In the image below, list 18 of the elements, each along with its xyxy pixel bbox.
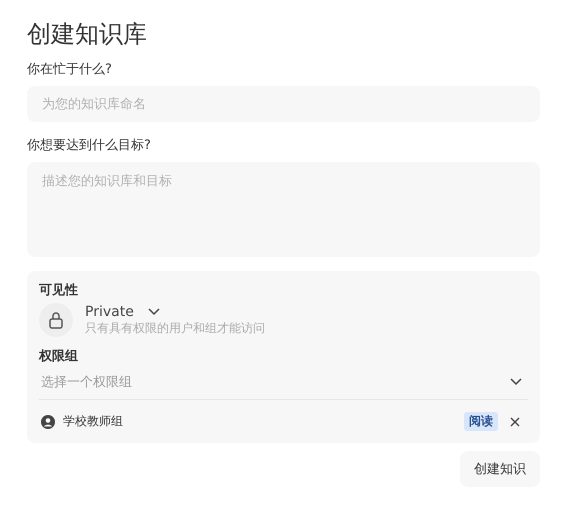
name-input-field[interactable]: 为您的知识库命名 — [27, 86, 540, 122]
field-label: 你想要达到什么目标? — [27, 137, 152, 154]
select-placeholder: 选择一个权限组 — [41, 374, 132, 391]
close-button[interactable] — [508, 416, 522, 426]
user-icon — [41, 414, 55, 428]
group-name: 学校教师组 — [63, 413, 124, 430]
goal-textarea-field[interactable]: 描述您的知识库和目标 — [27, 162, 540, 257]
lock-icon — [39, 303, 73, 337]
chevron-down-icon — [510, 378, 522, 386]
section-label: 权限组 — [39, 348, 79, 365]
create-button[interactable]: 创建知识 — [460, 451, 540, 487]
visibility-description: 只有具有权限的用户和组才能访问 — [85, 320, 265, 336]
permission-tag: 阅读 — [464, 412, 498, 431]
section-label: 可见性 — [39, 282, 79, 299]
page-title: 创建知识库 — [27, 19, 148, 50]
chevron-down-icon — [148, 308, 160, 316]
visibility-dropdown[interactable]: Private — [85, 304, 265, 320]
field-label: 你在忙于什么? — [27, 61, 113, 78]
